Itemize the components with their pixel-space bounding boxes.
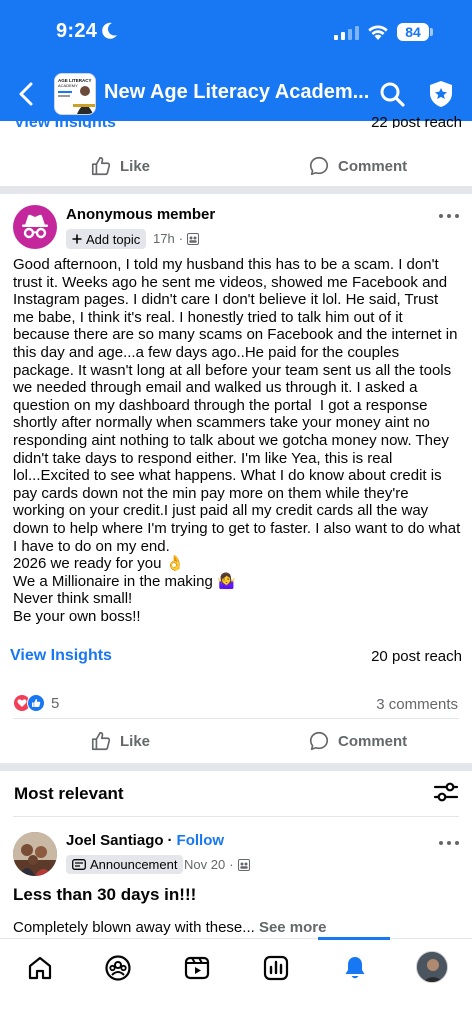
previous-post-insights-row: View Insights 22 post reach	[0, 114, 472, 128]
previous-like-button[interactable]: Like	[90, 144, 150, 188]
post-reach: 20 post reach	[371, 648, 462, 665]
group-title[interactable]: New Age Literacy Academ...	[104, 81, 369, 104]
profile-photo-icon	[13, 832, 57, 876]
insights-icon	[263, 955, 289, 981]
add-topic-label: Add topic	[86, 231, 141, 247]
post-body-text: Good afternoon, I told my husband this h…	[13, 256, 461, 625]
comments-count[interactable]: 3 comments	[376, 696, 458, 713]
status-time: 9:24	[56, 20, 98, 42]
next-post-date: Nov 20	[184, 857, 226, 872]
bottom-navigation	[0, 937, 472, 1024]
like-label: Like	[120, 732, 151, 750]
next-post-meta: Nov 20 ·	[184, 857, 250, 872]
next-post-title: Less than 30 days in!!!	[13, 885, 197, 904]
next-post-author[interactable]: Joel Santiago	[66, 832, 164, 849]
reaction-count: 5	[51, 694, 60, 712]
next-post-more-options-icon[interactable]	[437, 838, 461, 848]
video-icon	[184, 956, 210, 980]
profile-photo-icon	[417, 952, 447, 982]
like-reaction-icon	[27, 694, 45, 712]
anonymous-incognito-icon	[22, 214, 48, 239]
search-icon[interactable]	[378, 80, 406, 108]
moon-icon	[102, 22, 117, 39]
svg-text:ACADEMY: ACADEMY	[58, 83, 78, 88]
group-audience-icon	[187, 232, 200, 245]
post-author[interactable]: Anonymous member	[66, 206, 215, 223]
like-button[interactable]: Like	[90, 719, 150, 763]
sort-heading[interactable]: Most relevant	[14, 784, 124, 804]
nav-video[interactable]	[182, 953, 212, 983]
group-thumbnail[interactable]: AGE LITERACY ACADEMY	[54, 73, 96, 115]
nav-insights[interactable]	[261, 953, 291, 983]
anonymous-avatar[interactable]	[13, 205, 57, 249]
reactions-summary[interactable]: 5	[13, 694, 59, 712]
section-divider	[13, 816, 459, 817]
like-thumb-icon	[91, 731, 111, 751]
post-meta: 17h ·	[153, 231, 200, 246]
announcement-label: Announcement	[90, 857, 178, 872]
add-topic-chip[interactable]: Add topic	[66, 229, 147, 249]
name-separator: ·	[167, 832, 173, 849]
post-more-options-icon[interactable]	[437, 211, 461, 221]
active-tab-indicator	[318, 937, 390, 940]
comment-bubble-icon	[309, 731, 329, 751]
group-logo-icon: AGE LITERACY ACADEMY	[55, 74, 95, 114]
back-arrow-icon[interactable]	[14, 80, 40, 108]
previous-post-reach: 22 post reach	[371, 114, 462, 128]
previous-comment-button[interactable]: Comment	[308, 144, 407, 188]
view-insights-link[interactable]: View Insights	[10, 647, 112, 665]
nav-home[interactable]	[25, 953, 55, 983]
joel-avatar[interactable]	[13, 832, 57, 876]
wifi-icon	[368, 25, 388, 40]
next-post-author-row: Joel Santiago · Follow	[66, 832, 224, 849]
meta-dot: ·	[229, 857, 234, 872]
battery-indicator: 84	[397, 23, 429, 41]
admin-shield-icon[interactable]	[426, 79, 456, 109]
home-icon	[28, 956, 52, 980]
battery-tip	[430, 28, 433, 36]
plus-icon	[72, 234, 82, 244]
post-time: 17h	[153, 231, 175, 246]
group-audience-icon	[237, 858, 250, 871]
comment-bubble-icon	[309, 156, 329, 176]
signal-icon	[334, 26, 359, 40]
next-post-preview: Completely blown away with these... See …	[13, 919, 327, 936]
groups-icon	[105, 955, 131, 981]
like-label: Like	[120, 157, 151, 175]
next-post-preview-text: Completely blown away with these...	[13, 919, 255, 936]
post-separator	[0, 186, 472, 194]
comment-label: Comment	[338, 732, 408, 750]
meta-dot: ·	[178, 231, 184, 246]
like-thumb-icon	[91, 156, 111, 176]
comment-button[interactable]: Comment	[308, 719, 407, 763]
nav-notifications[interactable]	[340, 953, 370, 983]
previous-view-insights-link[interactable]: View Insights	[14, 114, 116, 128]
previous-post-actions: Like Comment	[0, 144, 472, 188]
notifications-icon	[345, 957, 365, 979]
nav-groups[interactable]	[103, 953, 133, 983]
announcement-chip[interactable]: Announcement	[66, 855, 184, 874]
comment-label: Comment	[338, 157, 408, 175]
post-separator	[0, 763, 472, 771]
post-actions: Like Comment	[0, 719, 472, 763]
app-header: 9:24 84 AGE LITERACY ACADEMY New Age Lit…	[0, 0, 472, 121]
filter-sliders-icon[interactable]	[433, 780, 459, 804]
post-body: Good afternoon, I told my husband this h…	[13, 256, 463, 625]
follow-button[interactable]: Follow	[177, 832, 225, 849]
profile-avatar[interactable]	[416, 951, 448, 983]
announcement-icon	[72, 859, 86, 870]
see-more-link[interactable]: See more	[259, 919, 327, 936]
